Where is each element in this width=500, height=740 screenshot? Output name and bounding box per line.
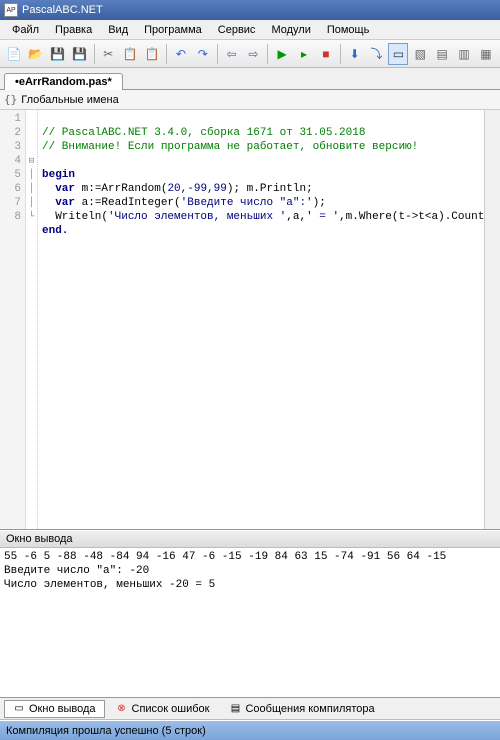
open-file-icon[interactable]: 📂 <box>26 43 46 65</box>
scope-selector[interactable]: Глобальные имена <box>21 94 119 106</box>
line-gutter: 1 2 3 4 5 6 7 8 <box>0 110 26 529</box>
copy-icon[interactable]: 📋 <box>120 43 140 65</box>
toolbar-separator <box>267 44 268 64</box>
tab-label: Сообщения компилятора <box>245 703 374 715</box>
menu-modules[interactable]: Модули <box>263 22 318 38</box>
menu-view[interactable]: Вид <box>100 22 136 38</box>
save-icon[interactable]: 💾 <box>48 43 68 65</box>
toolbar-separator <box>166 44 167 64</box>
run-icon[interactable]: ▶ <box>272 43 292 65</box>
window-title: PascalABC.NET <box>22 4 103 16</box>
toolbar: 📄 📂 💾 💾 ✂ 📋 📋 ↶ ↷ ⇦ ⇨ ▶ ▸ ■ ⬇ ⤵ ▭ ▧ ▤ ▥ … <box>0 40 500 68</box>
menu-help[interactable]: Помощь <box>319 22 378 38</box>
file-tab-bar: •eArrRandom.pas* <box>0 68 500 90</box>
run-debug-icon[interactable]: ▸ <box>294 43 314 65</box>
fold-minus-icon[interactable]: ⊟ <box>26 154 37 168</box>
nav-forward-icon[interactable]: ⇨ <box>243 43 263 65</box>
status-bar: Компиляция прошла успешно (5 строк) <box>0 720 500 740</box>
tab-errors[interactable]: ⊗ Список ошибок <box>107 700 219 718</box>
toolbar-separator <box>94 44 95 64</box>
menu-edit[interactable]: Правка <box>47 22 100 38</box>
paste-icon[interactable]: 📋 <box>142 43 162 65</box>
vertical-scrollbar[interactable] <box>484 110 500 529</box>
nav-bar: {} Глобальные имена <box>0 90 500 110</box>
output-tab-icon: ▭ <box>13 703 25 715</box>
bottom-tab-bar: ▭ Окно вывода ⊗ Список ошибок ▤ Сообщени… <box>0 698 500 720</box>
file-tab[interactable]: •eArrRandom.pas* <box>4 73 123 90</box>
code-line: // Внимание! Если программа не работает,… <box>42 141 418 153</box>
step-over-icon[interactable]: ⤵ <box>367 43 387 65</box>
tab-compiler[interactable]: ▤ Сообщения компилятора <box>220 700 383 718</box>
code-area[interactable]: // PascalABC.NET 3.4.0, сборка 1671 от 3… <box>38 110 484 529</box>
panel-icon[interactable]: ▧ <box>410 43 430 65</box>
title-bar: AP PascalABC.NET <box>0 0 500 20</box>
compiler-tab-icon: ▤ <box>229 703 241 715</box>
output-line: 55 -6 5 -88 -48 -84 94 -16 47 -6 -15 -19… <box>4 551 446 563</box>
code-line: end. <box>42 225 68 237</box>
redo-icon[interactable]: ↷ <box>193 43 213 65</box>
nav-back-icon[interactable]: ⇦ <box>222 43 242 65</box>
stop-icon[interactable]: ■ <box>316 43 336 65</box>
panel3-icon[interactable]: ▥ <box>454 43 474 65</box>
panel2-icon[interactable]: ▤ <box>432 43 452 65</box>
toggle-output-icon[interactable]: ▭ <box>388 43 408 65</box>
code-editor[interactable]: 1 2 3 4 5 6 7 8 ⊟ │││ └ // PascalABC.NET… <box>0 110 500 530</box>
code-line: // PascalABC.NET 3.4.0, сборка 1671 от 3… <box>42 127 365 139</box>
braces-icon: {} <box>4 93 17 106</box>
tab-output[interactable]: ▭ Окно вывода <box>4 700 105 718</box>
fold-column[interactable]: ⊟ │││ └ <box>26 110 38 529</box>
new-file-icon[interactable]: 📄 <box>4 43 24 65</box>
menu-service[interactable]: Сервис <box>210 22 264 38</box>
output-header: Окно вывода <box>0 530 500 548</box>
menu-program[interactable]: Программа <box>136 22 210 38</box>
toolbar-separator <box>217 44 218 64</box>
toolbar-separator <box>340 44 341 64</box>
status-text: Компиляция прошла успешно (5 строк) <box>6 725 206 737</box>
panel4-icon[interactable]: ▦ <box>476 43 496 65</box>
step-into-icon[interactable]: ⬇ <box>345 43 365 65</box>
code-line: begin <box>42 169 75 181</box>
output-line: Введите число "a": -20 <box>4 565 149 577</box>
cut-icon[interactable]: ✂ <box>98 43 118 65</box>
error-tab-icon: ⊗ <box>116 703 128 715</box>
menu-bar: Файл Правка Вид Программа Сервис Модули … <box>0 20 500 40</box>
tab-label: Список ошибок <box>132 703 210 715</box>
output-panel[interactable]: 55 -6 5 -88 -48 -84 94 -16 47 -6 -15 -19… <box>0 548 500 698</box>
undo-icon[interactable]: ↶ <box>171 43 191 65</box>
menu-file[interactable]: Файл <box>4 22 47 38</box>
output-line: Число элементов, меньших -20 = 5 <box>4 579 215 591</box>
save-all-icon[interactable]: 💾 <box>70 43 90 65</box>
tab-label: Окно вывода <box>29 703 96 715</box>
app-icon: AP <box>4 3 18 17</box>
